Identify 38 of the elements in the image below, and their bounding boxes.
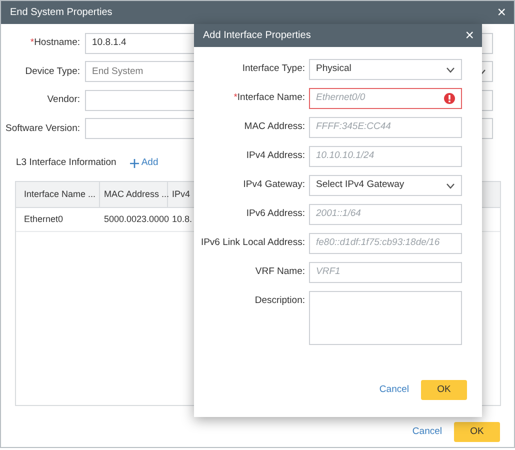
add-button[interactable]: Add <box>130 156 158 170</box>
field-label: Device Type: <box>25 66 80 77</box>
chevron-down-icon <box>446 182 455 188</box>
field-label: Software Version: <box>6 122 80 134</box>
chevron-down-icon <box>446 66 455 72</box>
field-label: IPv4 Gateway: <box>243 178 305 192</box>
section-label: L3 Interface Information <box>16 156 116 170</box>
field-label: IPv6 Address: <box>246 207 305 222</box>
dropdown[interactable]: Select IPv4 Gateway <box>309 175 462 196</box>
cancel-button[interactable]: Cancel <box>412 424 442 440</box>
field-label: Interface Name: <box>237 91 305 106</box>
field-label: Hostname: <box>34 37 80 48</box>
error-icon <box>444 93 455 104</box>
field-label: VRF Name: <box>255 265 305 280</box>
field-label: Interface Type: <box>242 62 305 76</box>
table-cell-text: 10.8. <box>171 212 194 226</box>
dropdown[interactable]: Physical <box>309 59 462 80</box>
column-header[interactable]: MAC Address ... <box>100 182 168 207</box>
ok-button[interactable]: OK <box>454 422 500 442</box>
close-button[interactable]: × <box>465 28 474 43</box>
field-label: Description: <box>254 294 305 308</box>
table-cell-text: 5000.0023.0000 <box>103 212 168 226</box>
column-header[interactable]: Interface Name ... <box>16 182 100 207</box>
table-cell-text: Ethernet0 <box>23 212 64 226</box>
required-mark: * <box>30 37 34 48</box>
ok-button[interactable]: OK <box>421 380 467 400</box>
dialog-title: Add Interface Properties <box>203 29 311 43</box>
text-area[interactable] <box>309 291 462 345</box>
close-button[interactable]: × <box>497 5 506 20</box>
field-label: IPv6 Link Local Address: <box>200 236 305 250</box>
field-label: MAC Address: <box>244 120 305 134</box>
column-header[interactable]: IPv4 <box>168 188 194 202</box>
cancel-button[interactable]: Cancel <box>379 382 409 398</box>
required-mark: * <box>234 91 238 106</box>
field-label: Vendor: <box>47 94 80 106</box>
plus-icon <box>130 158 140 168</box>
window-title: End System Properties <box>10 6 112 20</box>
field-label: IPv4 Address: <box>246 149 305 164</box>
